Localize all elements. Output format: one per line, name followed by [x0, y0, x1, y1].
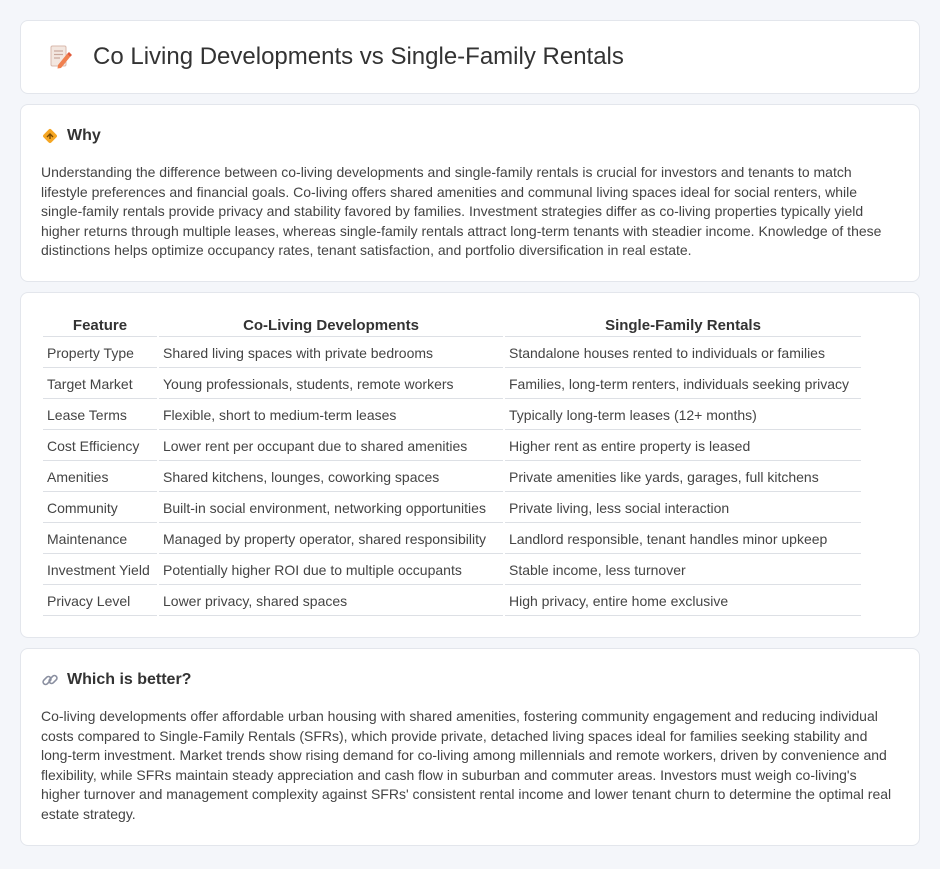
- page-title: Co Living Developments vs Single-Family …: [93, 43, 624, 70]
- table-cell: Lower privacy, shared spaces: [159, 587, 503, 616]
- table-row: Cost Efficiency Lower rent per occupant …: [43, 432, 861, 461]
- table-row: Property Type Shared living spaces with …: [43, 339, 861, 368]
- table-cell: Privacy Level: [43, 587, 157, 616]
- column-header-single-family: Single-Family Rentals: [505, 315, 861, 337]
- table-cell: Flexible, short to medium-term leases: [159, 401, 503, 430]
- which-section: Which is better? Co-living developments …: [20, 648, 920, 846]
- table-cell: Private amenities like yards, garages, f…: [505, 463, 861, 492]
- table-cell: Families, long-term renters, individuals…: [505, 370, 861, 399]
- table-cell: Amenities: [43, 463, 157, 492]
- which-text: Co-living developments offer affordable …: [41, 708, 892, 822]
- warning-diamond-icon: [41, 127, 59, 145]
- which-heading-row: Which is better?: [41, 671, 899, 689]
- table-cell: Investment Yield: [43, 556, 157, 585]
- table-row: Amenities Shared kitchens, lounges, cowo…: [43, 463, 861, 492]
- table-cell: Private living, less social interaction: [505, 494, 861, 523]
- why-heading-row: Why: [41, 127, 899, 145]
- table-cell: Shared living spaces with private bedroo…: [159, 339, 503, 368]
- table-row: Lease Terms Flexible, short to medium-te…: [43, 401, 861, 430]
- table-cell: Shared kitchens, lounges, coworking spac…: [159, 463, 503, 492]
- table-cell: High privacy, entire home exclusive: [505, 587, 861, 616]
- table-cell: Property Type: [43, 339, 157, 368]
- table-cell: Stable income, less turnover: [505, 556, 861, 585]
- table-row: Privacy Level Lower privacy, shared spac…: [43, 587, 861, 616]
- table-cell: Standalone houses rented to individuals …: [505, 339, 861, 368]
- why-text: Understanding the difference between co-…: [41, 164, 882, 259]
- table-row: Community Built-in social environment, n…: [43, 494, 861, 523]
- table-row: Investment Yield Potentially higher ROI …: [43, 556, 861, 585]
- table-row: Target Market Young professionals, stude…: [43, 370, 861, 399]
- table-cell: Community: [43, 494, 157, 523]
- document-pencil-icon: [45, 42, 75, 72]
- comparison-table: Feature Co-Living Developments Single-Fa…: [41, 313, 863, 618]
- table-cell: Potentially higher ROI due to multiple o…: [159, 556, 503, 585]
- why-heading: Why: [67, 127, 101, 144]
- table-cell: Managed by property operator, shared res…: [159, 525, 503, 554]
- column-header-co-living: Co-Living Developments: [159, 315, 503, 337]
- title-card: Co Living Developments vs Single-Family …: [20, 20, 920, 94]
- table-cell: Higher rent as entire property is leased: [505, 432, 861, 461]
- table-header-row: Feature Co-Living Developments Single-Fa…: [43, 315, 861, 337]
- table-cell: Maintenance: [43, 525, 157, 554]
- link-icon: [41, 671, 59, 689]
- column-header-feature: Feature: [43, 315, 157, 337]
- why-section: Why Understanding the difference between…: [20, 104, 920, 282]
- table-cell: Lower rent per occupant due to shared am…: [159, 432, 503, 461]
- table-row: Maintenance Managed by property operator…: [43, 525, 861, 554]
- table-cell: Young professionals, students, remote wo…: [159, 370, 503, 399]
- table-cell: Target Market: [43, 370, 157, 399]
- table-cell: Built-in social environment, networking …: [159, 494, 503, 523]
- table-cell: Lease Terms: [43, 401, 157, 430]
- comparison-table-card: Feature Co-Living Developments Single-Fa…: [20, 292, 920, 638]
- table-cell: Typically long-term leases (12+ months): [505, 401, 861, 430]
- which-heading: Which is better?: [67, 671, 192, 688]
- table-cell: Landlord responsible, tenant handles min…: [505, 525, 861, 554]
- table-cell: Cost Efficiency: [43, 432, 157, 461]
